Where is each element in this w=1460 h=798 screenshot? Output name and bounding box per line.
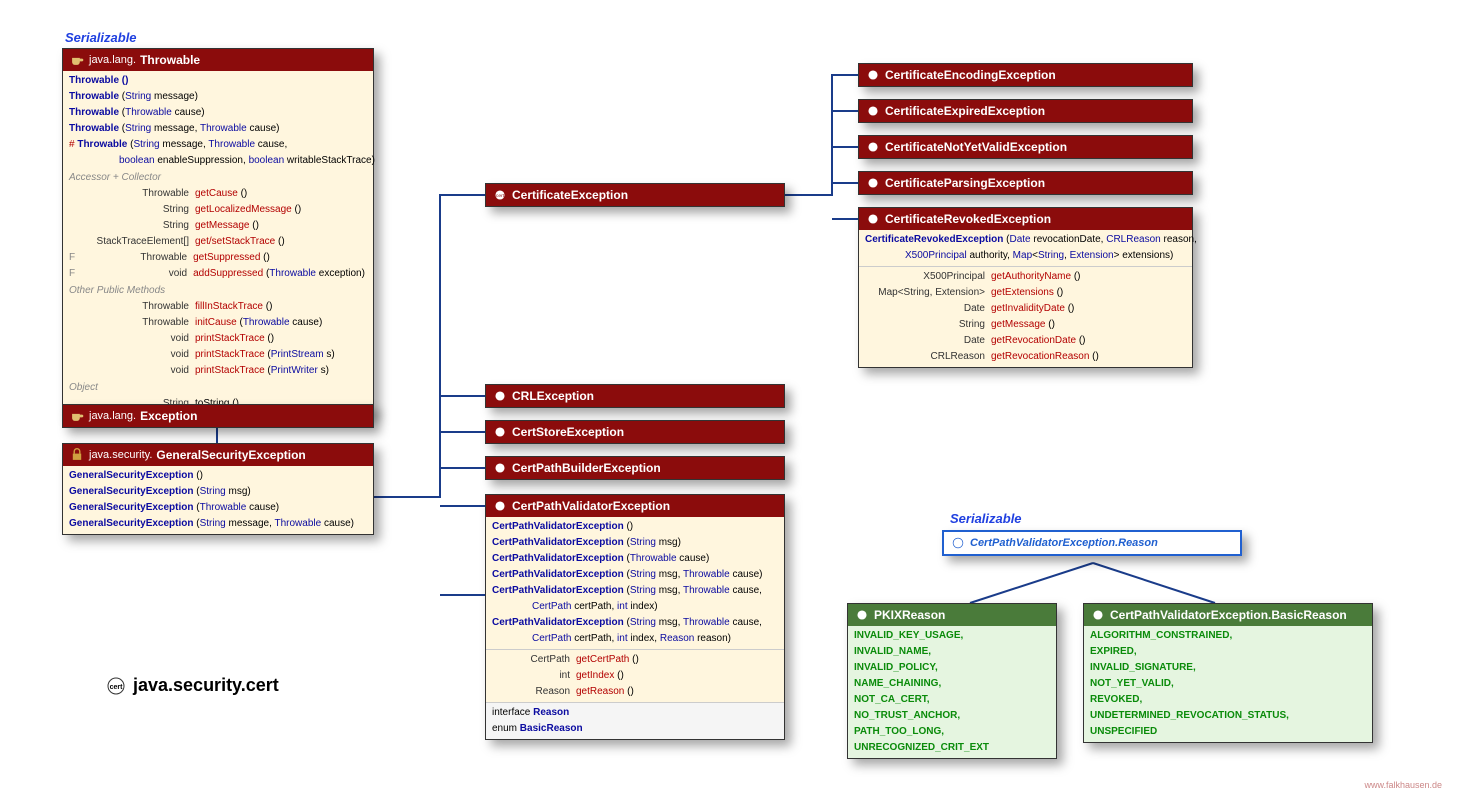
cert-icon — [1090, 608, 1106, 622]
cup-icon — [69, 409, 85, 423]
cert-icon — [865, 176, 881, 190]
cup-icon — [69, 53, 85, 67]
class-cert-encoding-ex[interactable]: CertificateEncodingException — [858, 63, 1193, 87]
class-throwable[interactable]: java.lang.Throwable Throwable () Throwab… — [62, 48, 374, 415]
class-cpv-exception[interactable]: CertPathValidatorException CertPathValid… — [485, 494, 785, 740]
cre-methods: X500PrincipalgetAuthorityName () Map<Str… — [859, 266, 1192, 367]
throwable-others: ThrowablefillInStackTrace () Throwablein… — [63, 297, 373, 381]
cert-icon — [950, 536, 966, 550]
cert-icon: cert — [105, 676, 127, 696]
svg-text:cert: cert — [110, 684, 124, 691]
class-cpb-exception[interactable]: CertPathBuilderException — [485, 456, 785, 480]
cert-icon — [492, 461, 508, 475]
section-accessor: Accessor + Collector — [63, 171, 373, 184]
class-certstore-exception[interactable]: CertStoreException — [485, 420, 785, 444]
cert-icon — [492, 425, 508, 439]
throwable-accessors: ThrowablegetCause () StringgetLocalizedM… — [63, 184, 373, 284]
serializable-label-1: Serializable — [65, 30, 137, 45]
cert-icon — [492, 499, 508, 513]
package-label: cert java.security.cert — [105, 675, 279, 696]
section-other: Other Public Methods — [63, 284, 373, 297]
class-cert-parsing-ex[interactable]: CertificateParsingException — [858, 171, 1193, 195]
throwable-ctors: Throwable () Throwable (String message) … — [63, 71, 373, 171]
section-object: Object — [63, 381, 373, 394]
cert-icon: cert — [492, 188, 508, 202]
cpv-methods: CertPathgetCertPath () intgetIndex () Re… — [486, 649, 784, 702]
class-header: java.lang.Throwable — [63, 49, 373, 71]
svg-text:cert: cert — [496, 193, 505, 199]
serializable-label-2: Serializable — [950, 511, 1022, 526]
cert-icon — [865, 104, 881, 118]
class-cert-revoked-ex[interactable]: CertificateRevokedException CertificateR… — [858, 207, 1193, 368]
cert-icon — [492, 389, 508, 403]
enum-pkix-reason[interactable]: PKIXReason INVALID_KEY_USAGE, INVALID_NA… — [847, 603, 1057, 759]
basic-values: ALGORITHM_CONSTRAINED, EXPIRED, INVALID_… — [1084, 626, 1372, 742]
class-cert-nyv-ex[interactable]: CertificateNotYetValidException — [858, 135, 1193, 159]
cre-ctor: CertificateRevokedException (Date revoca… — [859, 230, 1192, 266]
class-exception[interactable]: java.lang.Exception — [62, 404, 374, 428]
cert-icon — [865, 212, 881, 226]
class-gse[interactable]: java.security.GeneralSecurityException G… — [62, 443, 374, 535]
cert-icon — [854, 608, 870, 622]
pkix-values: INVALID_KEY_USAGE, INVALID_NAME, INVALID… — [848, 626, 1056, 758]
class-cert-exception[interactable]: certCertificateException — [485, 183, 785, 207]
gse-ctors: GeneralSecurityException () GeneralSecur… — [63, 466, 373, 534]
cert-icon — [865, 68, 881, 82]
class-cert-expired-ex[interactable]: CertificateExpiredException — [858, 99, 1193, 123]
cpv-ctors: CertPathValidatorException () CertPathVa… — [486, 517, 784, 649]
class-crl-exception[interactable]: CRLException — [485, 384, 785, 408]
interface-reason[interactable]: CertPathValidatorException.Reason — [942, 530, 1242, 556]
enum-basic-reason[interactable]: CertPathValidatorException.BasicReason A… — [1083, 603, 1373, 743]
cert-icon — [865, 140, 881, 154]
lock-icon — [69, 448, 85, 462]
cpv-inner: interface Reason enum BasicReason — [486, 702, 784, 739]
watermark: www.falkhausen.de — [1364, 780, 1442, 790]
